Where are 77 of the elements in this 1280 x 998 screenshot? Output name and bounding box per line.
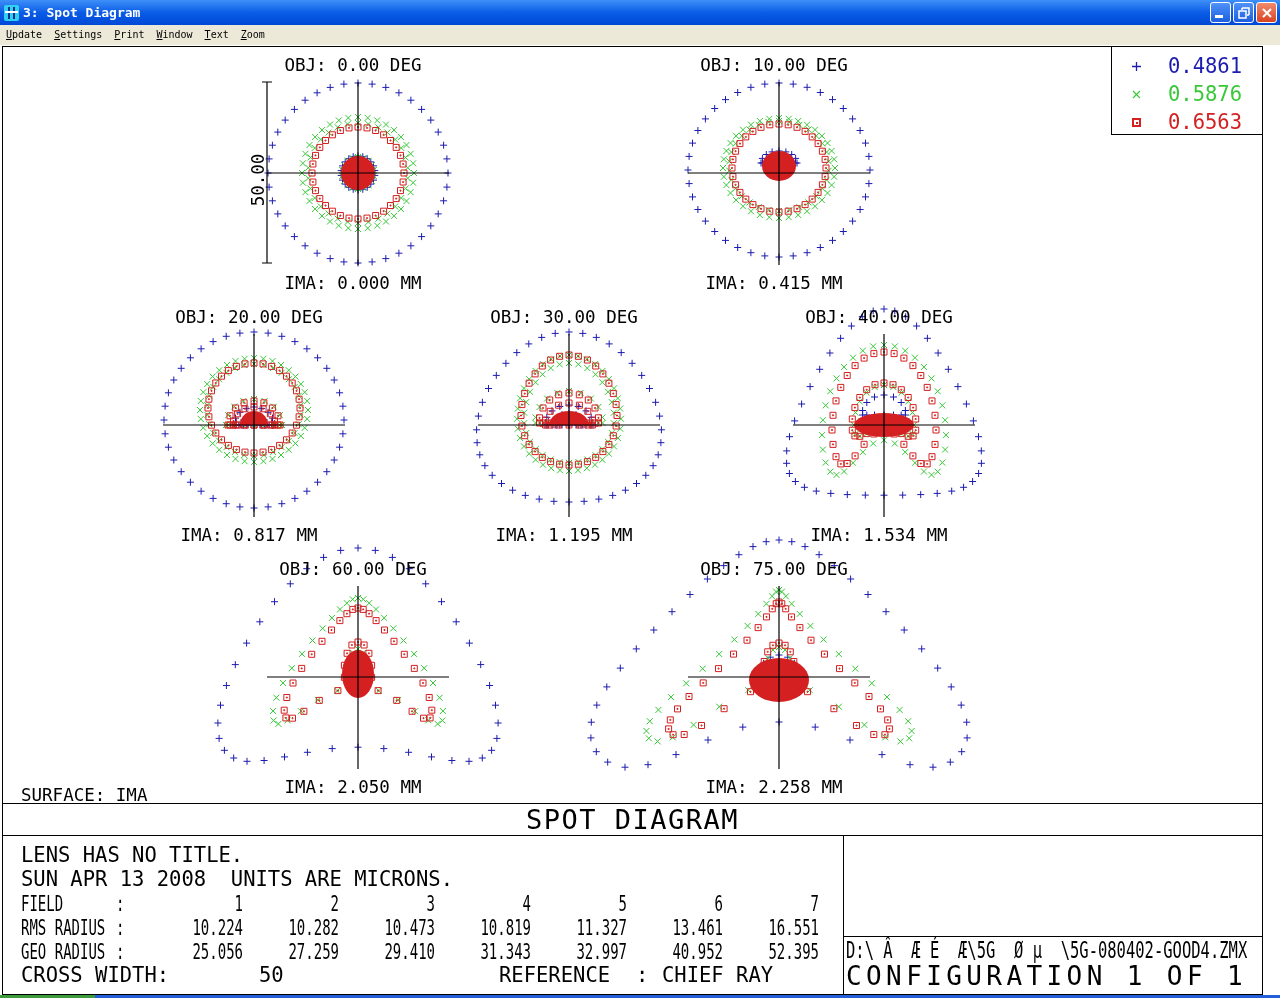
menu-item[interactable]: Window — [150, 30, 199, 40]
table-cell-text: 25.056 — [191, 940, 243, 962]
table-cell-text: 32.997 — [575, 940, 627, 962]
table-cell-text: 4 — [521, 892, 531, 914]
spot-core — [749, 658, 809, 702]
field-angle-label: OBJ: 20.00 DEG — [175, 307, 323, 327]
image-height-label: IMA: 0.415 MM — [705, 273, 843, 293]
image-height-label: IMA: 0.817 MM — [180, 525, 318, 545]
table-cell-text: 40.952 — [671, 940, 723, 962]
image-height-label: IMA: 2.258 MM — [705, 777, 843, 797]
table-cell-text: 10.224 — [191, 916, 243, 938]
row-label: FIELD — [21, 892, 65, 914]
spot-core — [341, 156, 375, 190]
table-cell-text: 10.819 — [479, 916, 531, 938]
wavelength-label: 0.6563 — [1168, 111, 1243, 133]
separator-text: : — [636, 964, 650, 986]
table-cell-text: 27.259 — [287, 940, 339, 962]
table-cell-text: 13.461 — [671, 916, 723, 938]
image-height-label: IMA: 2.050 MM — [284, 777, 422, 797]
wavelength-label: 0.4861 — [1168, 55, 1243, 77]
spot-core — [549, 411, 589, 425]
start-button[interactable] — [0, 995, 95, 998]
separator-text: : — [116, 892, 126, 914]
image-height-label: IMA: 1.534 MM — [810, 525, 948, 545]
cross-width-label: CROSS WIDTH: — [21, 964, 171, 986]
table-cell-text: 2 — [329, 892, 339, 914]
menu-item[interactable]: Print — [108, 30, 151, 40]
minimize-button[interactable] — [1210, 2, 1231, 23]
image-height-label: IMA: 1.195 MM — [495, 525, 633, 545]
table-cell-text: 1 — [233, 892, 243, 914]
table-cell-text: 29.410 — [383, 940, 435, 962]
table-cell-text: 31.343 — [479, 940, 531, 962]
minimize-icon — [1214, 15, 1223, 18]
menu-item[interactable]: Settings — [48, 30, 109, 40]
wavelength-label: 0.5876 — [1168, 83, 1243, 105]
info-line: LENS HAS NO TITLE. — [21, 844, 244, 866]
separator-text: : — [116, 916, 126, 938]
field-angle-label: OBJ: 30.00 DEG — [490, 307, 638, 327]
field-angle-label: OBJ: 10.00 DEG — [700, 55, 848, 75]
info-line: SUN APR 13 2008 UNITS ARE MICRONS. — [21, 868, 453, 890]
scale-label: 50.00 — [248, 153, 268, 207]
configuration-label: CONFIGURATION 1 OF 1 — [846, 963, 1248, 989]
spot-core — [762, 151, 796, 181]
restore-icon — [1237, 6, 1250, 19]
menu-item[interactable]: Text — [198, 30, 235, 40]
field-angle-label: OBJ: 75.00 DEG — [700, 559, 848, 579]
image-height-label: IMA: 0.000 MM — [284, 273, 422, 293]
menu-item[interactable]: Zoom — [234, 30, 271, 40]
table-cell-text: 5 — [617, 892, 627, 914]
menu-item[interactable]: Update — [0, 30, 49, 40]
field-angle-label: OBJ: 40.00 DEG — [805, 307, 953, 327]
table-cell-text: 10.282 — [287, 916, 339, 938]
table-cell-text: 3 — [425, 892, 435, 914]
plot-title: SPOT DIAGRAM — [525, 806, 740, 833]
row-label: GEO RADIUS — [21, 940, 107, 962]
surface-label: SURFACE: IMA — [21, 785, 148, 803]
table-cell-text: 7 — [809, 892, 819, 914]
cross-width-value: 50 — [259, 964, 285, 986]
spot-core — [240, 411, 268, 425]
row-label: RMS RADIUS — [21, 916, 107, 938]
window-title: 3: Spot Diagram — [23, 6, 141, 19]
table-cell-text: 11.327 — [575, 916, 627, 938]
spot-core — [854, 413, 914, 437]
reference-label: REFERENCE — [499, 964, 612, 986]
close-icon — [1261, 7, 1272, 18]
restore-button[interactable] — [1233, 2, 1254, 23]
table-cell-text: 16.551 — [767, 916, 819, 938]
field-angle-label: OBJ: 0.00 DEG — [284, 55, 422, 75]
spot-core — [342, 650, 374, 698]
field-angle-label: OBJ: 60.00 DEG — [279, 559, 427, 579]
reference-value: CHIEF RAY — [662, 964, 774, 986]
close-button[interactable] — [1256, 2, 1277, 23]
table-cell-text: 52.395 — [767, 940, 819, 962]
separator-text: : — [116, 940, 126, 962]
app-icon — [4, 4, 19, 21]
table-cell-text: 6 — [713, 892, 723, 914]
table-cell-text: 10.473 — [383, 916, 435, 938]
